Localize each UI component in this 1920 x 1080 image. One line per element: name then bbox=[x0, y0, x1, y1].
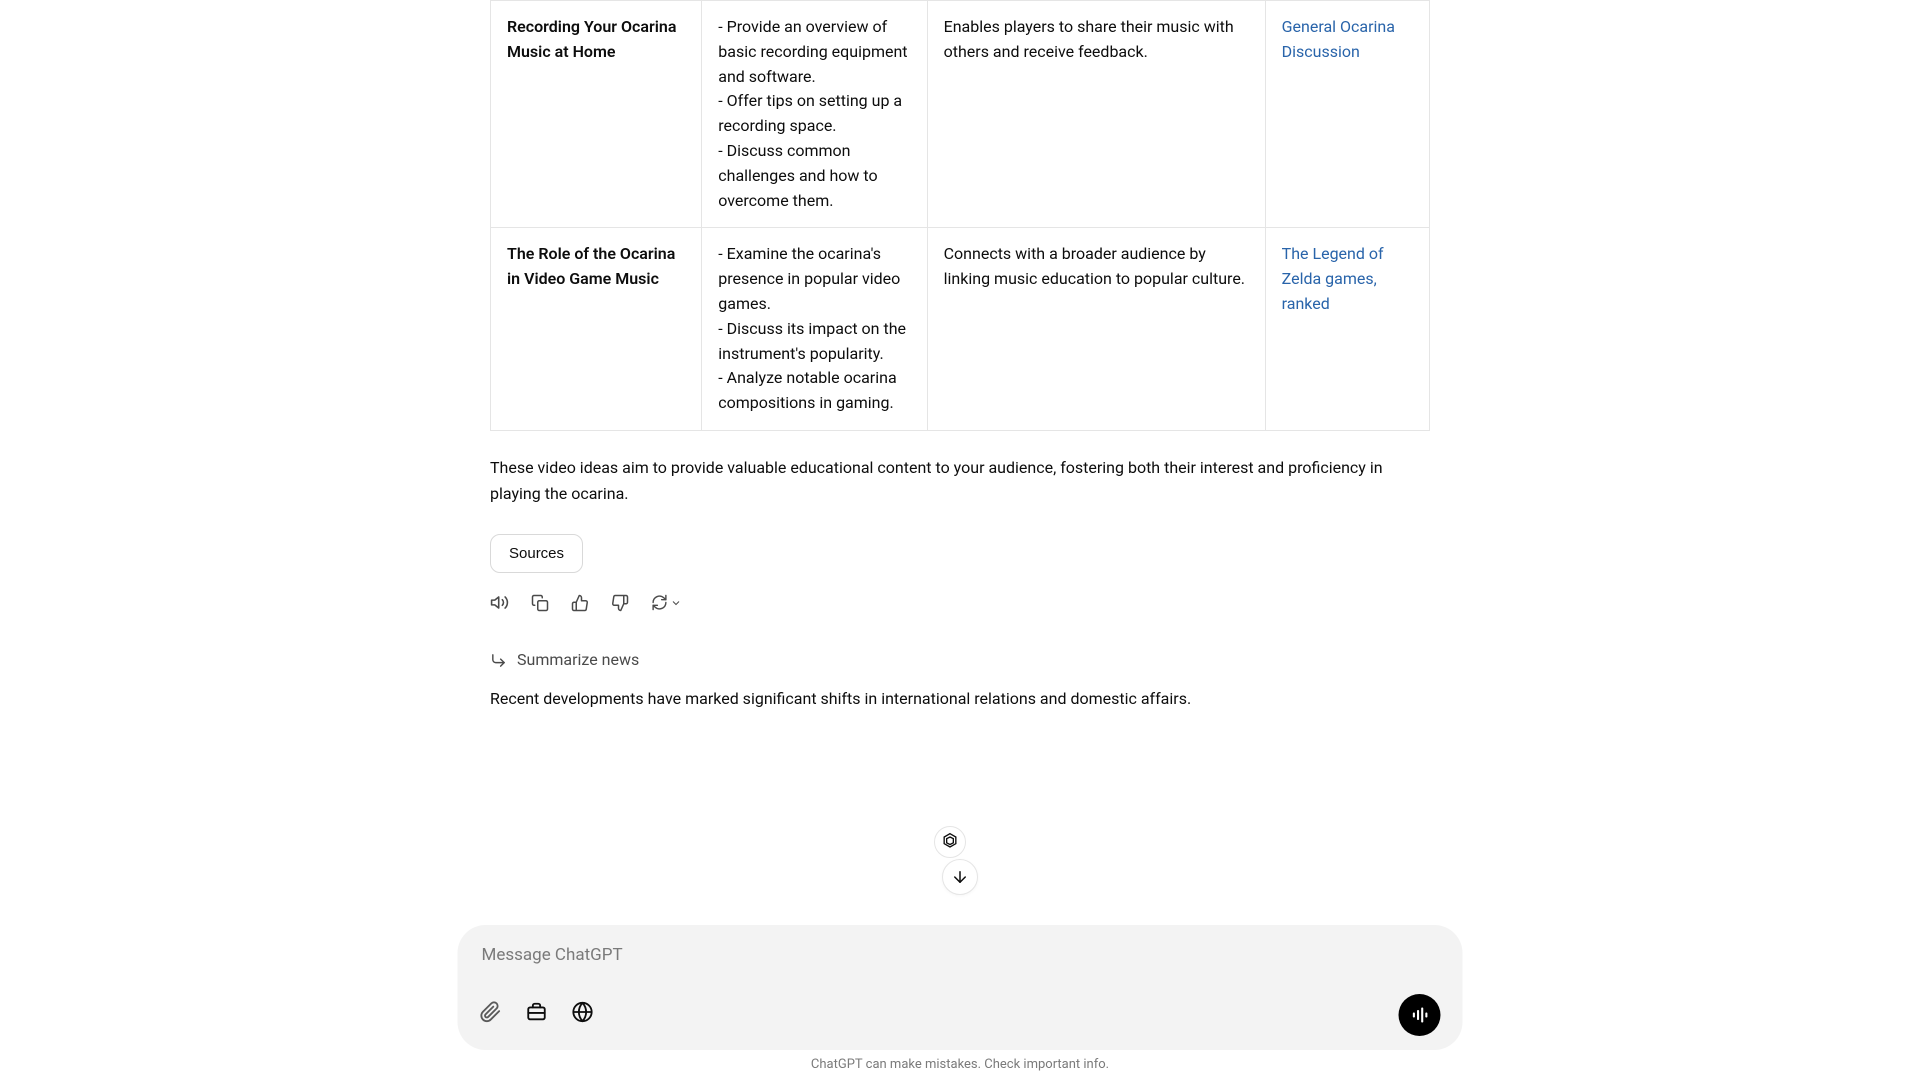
suggested-prompt[interactable]: Summarize news bbox=[490, 648, 1430, 672]
footer-disclaimer: ChatGPT can make mistakes. Check importa… bbox=[0, 1055, 1920, 1075]
assistant-avatar bbox=[934, 826, 966, 858]
input-actions bbox=[480, 994, 1441, 1036]
thumbs-down-icon[interactable] bbox=[611, 594, 629, 612]
suggested-prompt-label: Summarize news bbox=[517, 648, 639, 672]
row2-benefit: Connects with a broader audience by link… bbox=[927, 228, 1265, 431]
message-input-placeholder: Message ChatGPT bbox=[482, 943, 1441, 969]
row2-desc: - Examine the ocarina's presence in popu… bbox=[702, 228, 927, 431]
reply-arrow-icon bbox=[490, 652, 507, 669]
sources-button[interactable]: Sources bbox=[490, 534, 583, 573]
web-icon[interactable] bbox=[572, 1001, 594, 1030]
tools-icon[interactable] bbox=[526, 1001, 548, 1030]
closing-paragraph: These video ideas aim to provide valuabl… bbox=[490, 455, 1430, 506]
feedback-bar bbox=[490, 593, 1430, 612]
table-row: Recording Your Ocarina Music at Home - P… bbox=[491, 1, 1430, 228]
table-row: The Role of the Ocarina in Video Game Mu… bbox=[491, 228, 1430, 431]
content-table: Recording Your Ocarina Music at Home - P… bbox=[490, 0, 1430, 431]
row2-title: The Role of the Ocarina in Video Game Mu… bbox=[491, 228, 702, 431]
next-response-text: Recent developments have marked signific… bbox=[490, 686, 1430, 712]
read-aloud-icon[interactable] bbox=[490, 593, 509, 612]
row1-title: Recording Your Ocarina Music at Home bbox=[491, 1, 702, 228]
copy-icon[interactable] bbox=[531, 594, 549, 612]
message-input-container[interactable]: Message ChatGPT bbox=[458, 925, 1463, 1051]
thumbs-up-icon[interactable] bbox=[571, 594, 589, 612]
voice-waveform-icon bbox=[1410, 1005, 1430, 1025]
row2-link[interactable]: The Legend of Zelda games, ranked bbox=[1282, 244, 1384, 313]
attach-icon[interactable] bbox=[480, 1001, 502, 1030]
row1-benefit: Enables players to share their music wit… bbox=[927, 1, 1265, 228]
chevron-down-icon bbox=[670, 597, 682, 609]
chatgpt-logo-icon bbox=[940, 832, 960, 852]
row1-link[interactable]: General Ocarina Discussion bbox=[1282, 17, 1395, 61]
scroll-down-button[interactable] bbox=[942, 859, 978, 895]
row2-link-cell: The Legend of Zelda games, ranked bbox=[1265, 228, 1429, 431]
arrow-down-icon bbox=[951, 868, 969, 886]
row1-desc: - Provide an overview of basic recording… bbox=[702, 1, 927, 228]
voice-button[interactable] bbox=[1399, 994, 1441, 1036]
regenerate-icon[interactable] bbox=[651, 594, 682, 611]
row1-link-cell: General Ocarina Discussion bbox=[1265, 1, 1429, 228]
